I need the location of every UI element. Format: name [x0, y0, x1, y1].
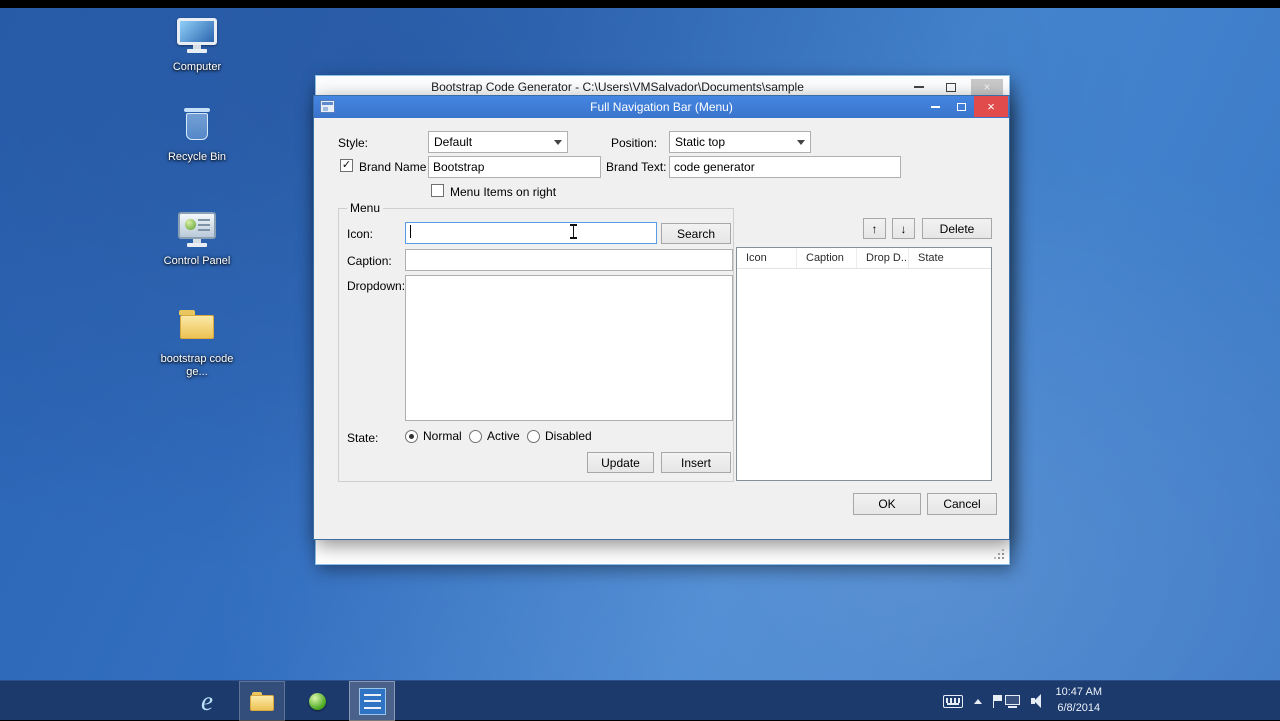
icon-label: Icon: [347, 227, 374, 241]
taskbar-bootstrap-code-generator[interactable] [349, 681, 395, 721]
caption-label: Caption: [347, 254, 392, 268]
delete-button[interactable]: Delete [922, 218, 992, 239]
close-icon: × [987, 99, 995, 114]
position-dropdown-value: Static top [675, 135, 726, 149]
column-header-state[interactable]: State [909, 248, 991, 268]
insert-button[interactable]: Insert [661, 452, 731, 473]
ok-button[interactable]: OK [853, 493, 921, 515]
style-dropdown[interactable]: Default [428, 131, 568, 153]
menu-items-listview[interactable]: Icon Caption Drop D... State [736, 247, 992, 481]
desktop-icon-control-panel[interactable]: Control Panel [158, 212, 236, 268]
position-label: Position: [611, 136, 658, 150]
position-dropdown[interactable]: Static top [669, 131, 811, 153]
desktop-icon-label: bootstrap code ge... [160, 353, 234, 379]
file-explorer-icon [250, 691, 274, 711]
search-button[interactable]: Search [661, 223, 731, 244]
state-radio-disabled[interactable]: Disabled [527, 429, 592, 443]
radio-icon [527, 429, 540, 443]
main-window-title: Bootstrap Code Generator - C:\Users\VMSa… [431, 80, 804, 94]
radio-icon [405, 429, 418, 443]
maximize-icon [946, 82, 956, 92]
system-tray: 10:47 AM 6/8/2014 [942, 681, 1102, 721]
desktop-icon-computer[interactable]: Computer [158, 18, 236, 74]
brand-name-input[interactable] [428, 156, 601, 178]
cancel-button[interactable]: Cancel [927, 493, 997, 515]
listview-header: Icon Caption Drop D... State [737, 248, 991, 269]
taskbar-clock[interactable]: 10:47 AM 6/8/2014 [1056, 685, 1102, 717]
chevron-down-icon [797, 140, 805, 145]
taskbar-internet-explorer[interactable]: e [184, 681, 230, 721]
taskbar-file-explorer[interactable] [239, 681, 285, 721]
radio-icon [469, 429, 482, 443]
volume-icon[interactable] [1030, 694, 1045, 708]
action-center-flag-icon[interactable] [992, 694, 1002, 708]
desktop-icon-bootstrap-folder[interactable]: bootstrap code ge... [158, 310, 236, 379]
dialog-close-button[interactable]: × [974, 96, 1008, 117]
column-header-icon[interactable]: Icon [737, 248, 797, 268]
full-navigation-bar-dialog: Full Navigation Bar (Menu) × Style: Defa… [313, 95, 1010, 540]
caption-input[interactable] [405, 249, 733, 271]
menu-items-right-checkbox[interactable] [431, 184, 444, 197]
menu-items-right-label: Menu Items on right [450, 185, 557, 199]
clock-date: 6/8/2014 [1057, 702, 1101, 714]
brand-name-checkbox[interactable]: ✓ [340, 159, 353, 172]
radio-label: Active [487, 429, 520, 443]
desktop-icon-label: Computer [172, 61, 222, 73]
clock-time: 10:47 AM [1055, 686, 1102, 699]
column-header-dropdown[interactable]: Drop D... [857, 248, 909, 268]
control-panel-icon [174, 212, 220, 252]
state-radio-normal[interactable]: Normal [405, 429, 462, 443]
menu-groupbox: Menu Icon: Search Caption: Dropdown: Sta… [338, 201, 734, 482]
move-up-button[interactable]: ↑ [863, 218, 886, 239]
minimize-icon [930, 105, 940, 108]
folder-icon [174, 310, 220, 350]
update-button[interactable]: Update [587, 452, 654, 473]
maximize-icon [956, 102, 966, 111]
touch-keyboard-icon[interactable] [942, 694, 963, 708]
taskbar: e 10:47 AM 6/8/2014 [0, 680, 1280, 721]
chevron-down-icon [554, 140, 562, 145]
dialog-minimize-button[interactable] [922, 96, 948, 117]
desktop-icon-recycle-bin[interactable]: Recycle Bin [158, 108, 236, 164]
desktop-icon-label: Control Panel [163, 255, 231, 267]
bootstrap-code-generator-icon [358, 687, 386, 715]
minimize-icon [914, 86, 924, 88]
dialog-titlebar[interactable]: Full Navigation Bar (Menu) × [314, 96, 1009, 118]
network-icon[interactable] [1004, 694, 1020, 708]
taskbar-green-app[interactable] [294, 681, 340, 721]
main-minimize-button[interactable] [907, 79, 931, 95]
brand-text-input[interactable] [669, 156, 901, 178]
brand-name-label: Brand Name [359, 160, 427, 174]
dialog-title: Full Navigation Bar (Menu) [590, 100, 733, 114]
show-hidden-icons-icon[interactable] [973, 698, 982, 704]
state-label: State: [347, 431, 379, 445]
desktop: Computer Recycle Bin Control Panel boots… [0, 8, 1280, 680]
main-maximize-button[interactable] [939, 79, 963, 95]
recycle-bin-icon [174, 108, 220, 148]
dropdown-label: Dropdown: [347, 279, 406, 293]
close-icon: × [983, 80, 991, 94]
move-down-button[interactable]: ↓ [892, 218, 915, 239]
check-icon: ✓ [341, 159, 352, 171]
main-close-button[interactable]: × [971, 79, 1003, 95]
style-dropdown-value: Default [434, 135, 473, 149]
text-caret [410, 225, 411, 238]
radio-label: Normal [423, 429, 462, 443]
state-radio-active[interactable]: Active [469, 429, 520, 443]
dropdown-textarea[interactable] [405, 275, 733, 421]
mouse-cursor [569, 224, 578, 239]
dialog-maximize-button[interactable] [948, 96, 974, 117]
green-app-icon [308, 692, 326, 710]
computer-icon [174, 18, 220, 58]
menu-group-label: Menu [347, 201, 384, 215]
resize-grip[interactable] [992, 547, 1004, 559]
brand-text-label: Brand Text: [606, 160, 667, 174]
column-header-caption[interactable]: Caption [797, 248, 857, 268]
internet-explorer-icon: e [201, 685, 213, 716]
radio-label: Disabled [545, 429, 592, 443]
desktop-icon-label: Recycle Bin [167, 151, 227, 163]
style-label: Style: [338, 136, 369, 150]
icon-input[interactable] [405, 222, 657, 244]
